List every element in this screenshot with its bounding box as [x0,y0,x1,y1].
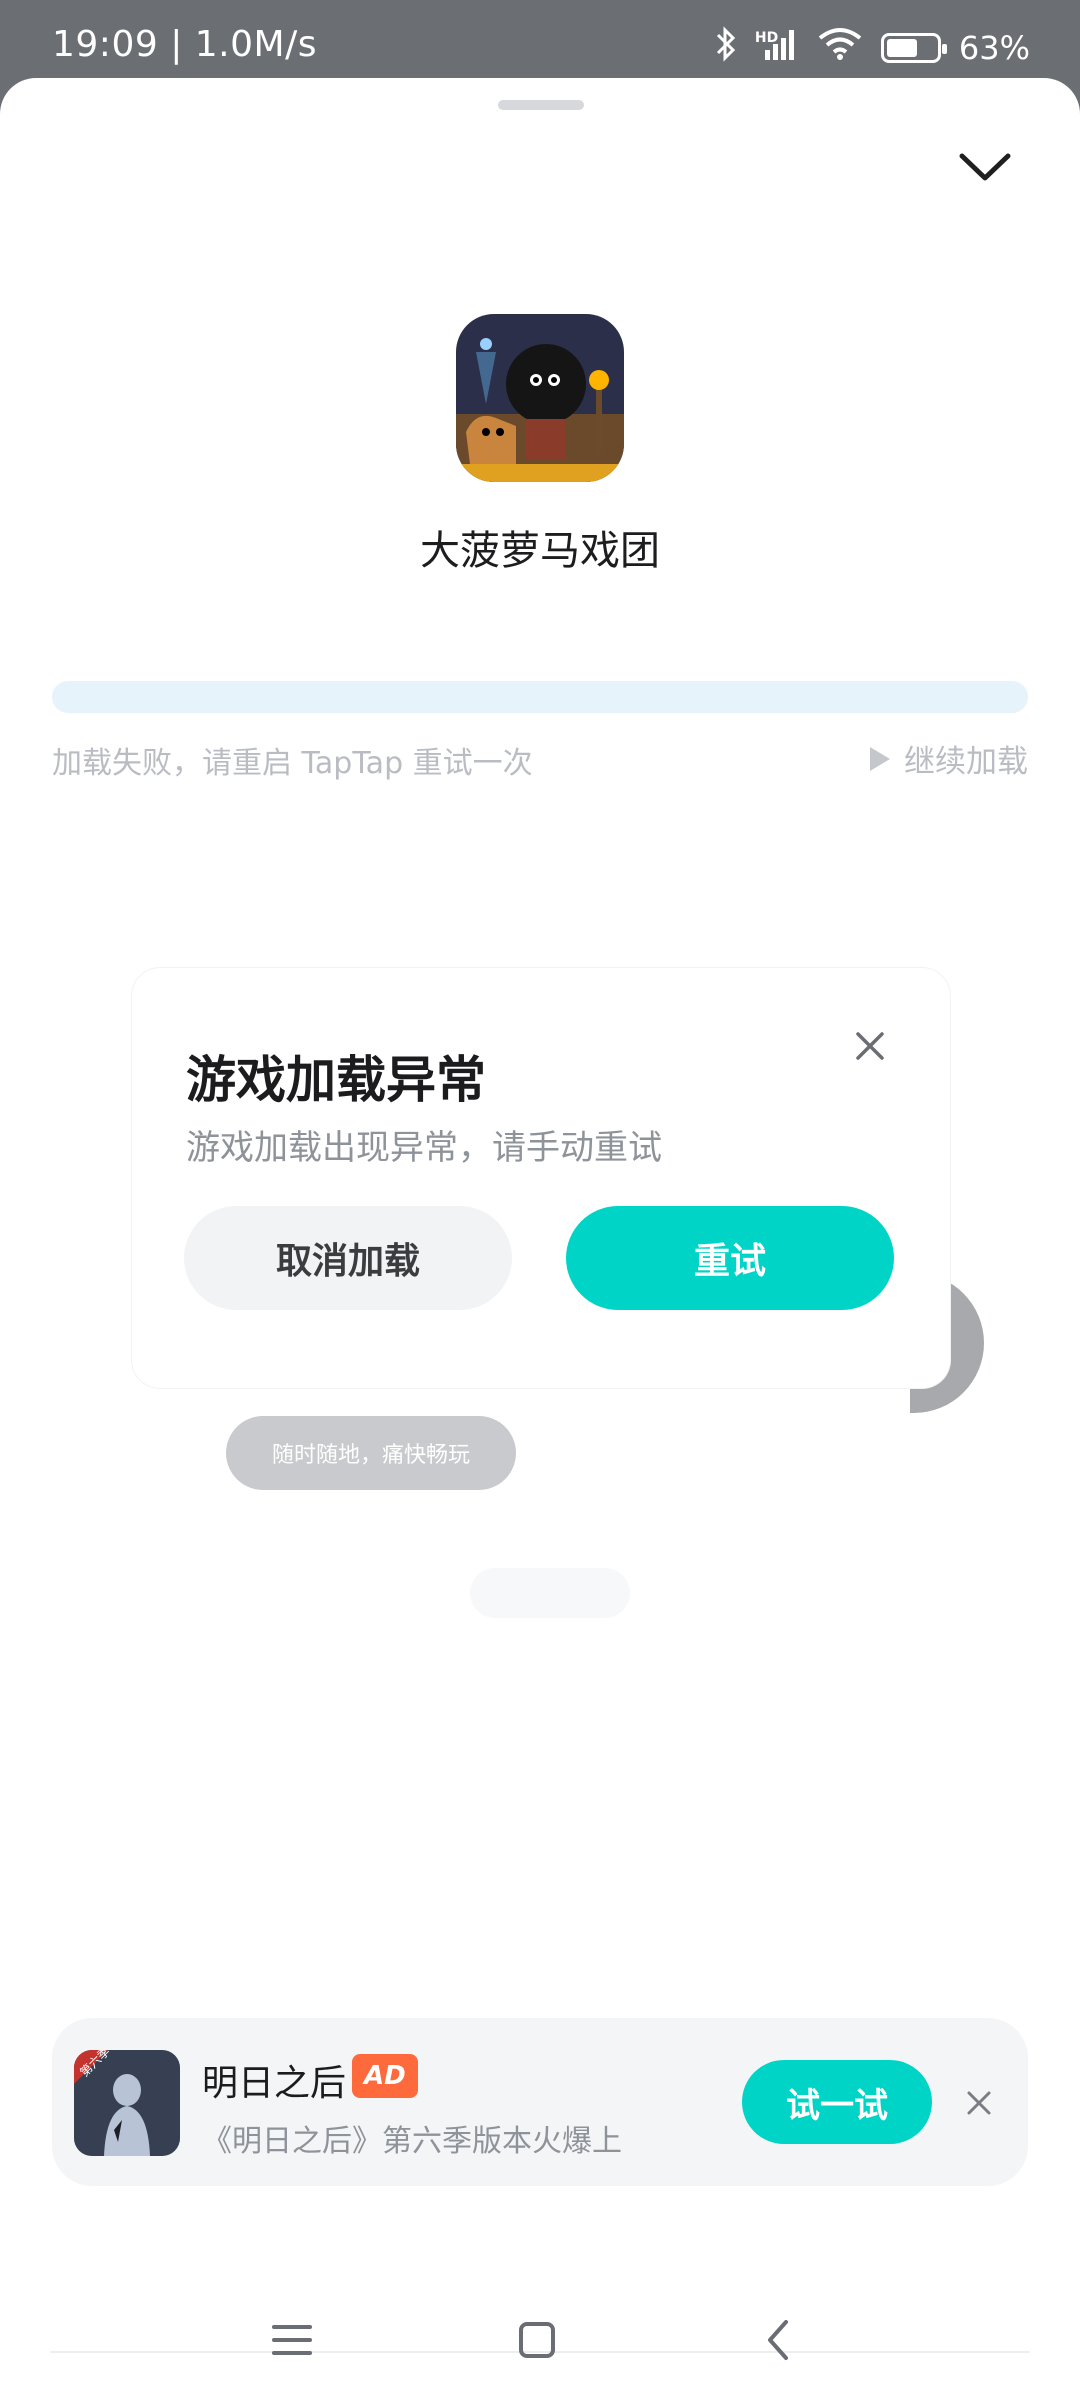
close-icon [967,2091,991,2115]
continue-loading-label: 继续加载 [904,744,1028,780]
retry-button[interactable]: 重试 [566,1206,894,1310]
drag-handle[interactable] [498,100,584,110]
back-icon [768,2320,788,2360]
close-icon [856,1032,884,1060]
hd-label: HD [754,30,779,46]
hd-signal-icon: HD [755,26,799,69]
load-error-text: 加载失败，请重启 TapTap 重试一次 [52,746,533,781]
bluetooth-icon [715,26,737,69]
loading-progress-bar [52,681,1028,713]
ad-close-button[interactable] [964,2088,994,2118]
ad-badge: AD [352,2054,418,2098]
game-loading-sheet: 大菠萝马戏团 加载失败，请重启 TapTap 重试一次 继续加载 随时随地，痛快… [0,78,1080,2400]
ad-app-icon: 第六季 [74,2050,180,2156]
game-icon [456,314,624,482]
chevron-down-icon [959,153,1011,181]
collapse-button[interactable] [950,138,1020,198]
ad-description: 《明日之后》第六季版本火爆上 [202,2124,622,2159]
home-icon [519,2322,555,2358]
ad-title: 明日之后 [202,2063,347,2104]
battery-fill [886,38,917,57]
nav-back-button[interactable] [750,2310,810,2370]
continue-loading-button[interactable]: 继续加载 [870,736,1028,781]
background-faint-element [470,1568,630,1618]
dialog-title: 游戏加载异常 [186,1051,486,1109]
cancel-loading-button[interactable]: 取消加载 [184,1206,512,1310]
status-icons: HD 63% [715,26,1030,69]
menu-icon [272,2325,312,2355]
ad-card[interactable]: 第六季 明日之后 AD 《明日之后》第六季版本火爆上 试一试 [52,2018,1028,2186]
game-title: 大菠萝马戏团 [420,528,660,574]
dialog-close-button[interactable] [852,1028,888,1064]
battery-icon [880,32,947,63]
battery-percentage: 63% [958,28,1030,67]
load-error-dialog: 游戏加载异常 游戏加载出现异常，请手动重试 取消加载 重试 [132,968,950,1388]
status-bar: 19:09 | 1.0M/s HD 63% [0,0,1080,78]
ad-try-button[interactable]: 试一试 [742,2060,932,2144]
dialog-message: 游戏加载出现异常，请手动重试 [186,1128,662,1168]
nav-menu-button[interactable] [262,2310,322,2370]
nav-home-button[interactable] [507,2310,567,2370]
wifi-icon [817,26,863,69]
status-time-speed: 19:09 | 1.0M/s [52,24,317,65]
background-slogan-pill: 随时随地，痛快畅玩 [226,1416,516,1490]
play-icon [870,746,890,771]
